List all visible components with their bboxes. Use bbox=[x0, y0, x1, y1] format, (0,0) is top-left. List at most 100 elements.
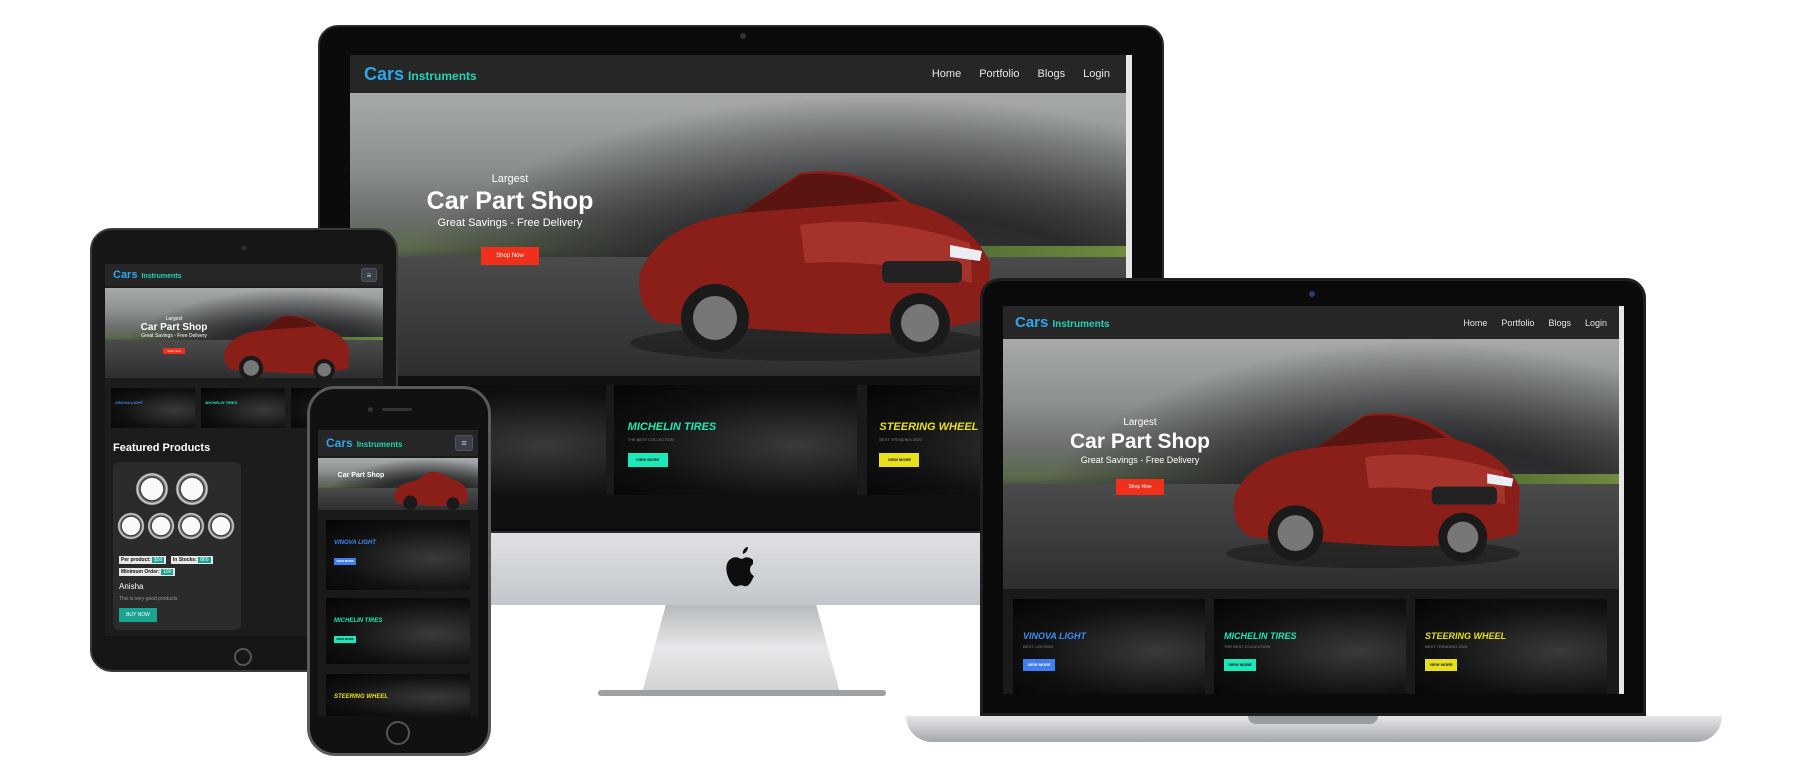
brand-suffix: Instruments bbox=[141, 273, 182, 280]
per-product-pill: Per product: $50 bbox=[119, 556, 167, 564]
brand-name: Cars bbox=[1015, 314, 1049, 331]
brand-name: Cars bbox=[364, 63, 405, 84]
nav-menu: Home Portfolio Blogs Login bbox=[1449, 318, 1607, 328]
nav-blogs[interactable]: Blogs bbox=[1038, 68, 1066, 80]
category-card-light[interactable]: VINOVA LIGHT VIEW MORE bbox=[326, 520, 470, 590]
brand-logo[interactable]: Cars Instruments bbox=[326, 436, 402, 450]
phone-home-button[interactable] bbox=[386, 721, 410, 745]
brand-suffix: Instruments bbox=[356, 440, 403, 449]
category-card-tires[interactable]: MICHELIN TIRES bbox=[201, 388, 285, 428]
hero-text: Car Part Shop bbox=[326, 472, 396, 479]
category-title: MICHELIN TIRES bbox=[1224, 631, 1297, 641]
shop-now-button[interactable]: Shop Now bbox=[481, 247, 539, 265]
laptop-camera bbox=[1309, 291, 1315, 297]
nav-portfolio[interactable]: Portfolio bbox=[979, 68, 1019, 80]
min-order-pill: Minimum Order: 100 bbox=[119, 568, 176, 576]
imac-foot bbox=[598, 690, 886, 696]
gauge-image bbox=[177, 512, 205, 540]
nav-portfolio[interactable]: Portfolio bbox=[1501, 318, 1534, 328]
navbar: Cars Instruments Home Portfolio Blogs Lo… bbox=[1003, 306, 1619, 339]
laptop-website: Cars Instruments Home Portfolio Blogs Lo… bbox=[1003, 306, 1624, 694]
min-order-value: 100 bbox=[161, 569, 174, 575]
category-card-light[interactable]: VINOVA LIGHT bbox=[111, 388, 195, 428]
view-more-button[interactable]: VIEW MORE bbox=[627, 453, 668, 467]
hero-banner: Car Part Shop bbox=[318, 458, 478, 510]
category-card-tires[interactable]: MICHELIN TIRES VIEW MORE bbox=[326, 598, 470, 664]
category-card-steering[interactable]: STEERING WHEEL BEST TRENDING 2020 VIEW M… bbox=[1415, 599, 1607, 694]
navbar: Cars Instruments ≡ bbox=[105, 264, 383, 286]
brand-suffix: Instruments bbox=[408, 68, 477, 83]
category-title: STEERING WHEEL bbox=[1425, 631, 1507, 641]
view-more-button[interactable]: VIEW MORE bbox=[1425, 659, 1457, 671]
brand-suffix: Instruments bbox=[1052, 319, 1110, 330]
gauge-image bbox=[135, 472, 169, 506]
category-card-light[interactable]: VINOVA LIGHT BEST LIGHTING VIEW MORE bbox=[1013, 599, 1205, 694]
category-card-tires[interactable]: MICHELIN TIRES THE BEST COLLECTION VIEW … bbox=[1214, 599, 1406, 694]
hero-car-image bbox=[224, 315, 350, 378]
category-card-tires[interactable]: MICHELIN TIRES THE BEST COLLECTION VIEW … bbox=[613, 385, 858, 495]
product-name: Anisha bbox=[119, 582, 144, 591]
hero-tagline: Great Savings - Free Delivery bbox=[1080, 455, 1200, 465]
view-more-button[interactable]: VIEW MORE bbox=[334, 636, 356, 643]
phone-camera bbox=[368, 407, 373, 412]
product-description: This is very good products bbox=[119, 596, 178, 602]
nav-login[interactable]: Login bbox=[1585, 318, 1607, 328]
nav-home[interactable]: Home bbox=[932, 68, 961, 80]
brand-logo[interactable]: Cars Instruments bbox=[364, 64, 477, 85]
view-more-button[interactable]: VIEW MORE bbox=[1224, 659, 1256, 671]
nav-login[interactable]: Login bbox=[1083, 68, 1110, 80]
per-product-label: Per product: bbox=[121, 557, 151, 563]
product-stats-row: Per product: $50 In Stocks: 860 bbox=[119, 556, 213, 564]
hamburger-icon[interactable]: ≡ bbox=[455, 435, 473, 451]
category-title: VINOVA LIGHT bbox=[334, 540, 376, 546]
tablet-home-button[interactable] bbox=[234, 648, 252, 666]
hero-car-image bbox=[394, 471, 468, 510]
hero-text: Largest Car Part Shop Great Savings - Fr… bbox=[129, 316, 219, 357]
view-more-button[interactable]: VIEW MORE bbox=[1023, 659, 1055, 671]
in-stock-label: In Stocks: bbox=[172, 557, 197, 563]
in-stock-value: 860 bbox=[198, 557, 211, 563]
brand-logo[interactable]: Cars Instruments bbox=[1015, 314, 1110, 331]
category-title: STEERING WHEEL bbox=[334, 694, 389, 700]
category-subtitle: THE BEST COLLECTION bbox=[627, 437, 674, 442]
hero-text: Largest Car Part Shop Great Savings - Fr… bbox=[1055, 417, 1225, 495]
in-stock-pill: In Stocks: 860 bbox=[170, 556, 213, 564]
min-order-row: Minimum Order: 100 bbox=[119, 568, 176, 576]
category-subtitle: BEST TRENDING 2020 bbox=[1425, 644, 1468, 649]
laptop-notch bbox=[1248, 716, 1378, 724]
gauge-image bbox=[117, 512, 145, 540]
nav-home[interactable]: Home bbox=[1463, 318, 1487, 328]
category-title: VINOVA LIGHT bbox=[1023, 631, 1086, 641]
nav-blogs[interactable]: Blogs bbox=[1548, 318, 1571, 328]
category-subtitle: BEST TRENDING 2020 bbox=[879, 437, 922, 442]
category-title: VINOVA LIGHT bbox=[115, 400, 143, 405]
shop-now-button[interactable]: Shop Now bbox=[1116, 479, 1164, 495]
category-title: MICHELIN TIRES bbox=[627, 421, 717, 433]
hero-title: Car Part Shop bbox=[337, 472, 385, 479]
hero-car-image bbox=[630, 171, 990, 361]
buy-now-button[interactable]: BUY NOW bbox=[119, 608, 157, 622]
category-title: MICHELIN TIRES bbox=[205, 400, 238, 405]
imac-stand bbox=[642, 605, 840, 693]
category-card-steering[interactable]: STEERING WHEEL bbox=[326, 674, 470, 716]
imac-camera bbox=[740, 33, 746, 39]
view-more-button[interactable]: VIEW MORE bbox=[879, 453, 920, 467]
hero-title: Car Part Shop bbox=[426, 187, 594, 215]
phone-speaker bbox=[382, 408, 412, 411]
gauge-image bbox=[207, 512, 235, 540]
view-more-button[interactable]: VIEW MORE bbox=[334, 558, 356, 565]
hero-text: Largest Car Part Shop Great Savings - Fr… bbox=[410, 173, 610, 265]
hamburger-icon[interactable]: ≡ bbox=[361, 268, 377, 282]
shop-now-button[interactable]: Shop Now bbox=[163, 348, 185, 354]
navbar: Cars Instruments Home Portfolio Blogs Lo… bbox=[350, 55, 1126, 93]
category-subtitle: THE BEST COLLECTION bbox=[1224, 644, 1271, 649]
brand-logo[interactable]: Cars Instruments bbox=[113, 269, 182, 281]
phone-website: Cars Instruments ≡ Car Part Shop VINOVA … bbox=[318, 430, 478, 716]
hero-tagline: Great Savings - Free Delivery bbox=[141, 333, 207, 339]
hero-tagline: Great Savings - Free Delivery bbox=[437, 217, 583, 229]
category-title: STEERING WHEEL bbox=[879, 421, 979, 433]
navbar: Cars Instruments ≡ bbox=[318, 430, 478, 456]
hero-banner: Largest Car Part Shop Great Savings - Fr… bbox=[105, 288, 383, 378]
hero-banner: Largest Car Part Shop Great Savings - Fr… bbox=[1003, 339, 1619, 589]
gauge-image bbox=[175, 472, 209, 506]
